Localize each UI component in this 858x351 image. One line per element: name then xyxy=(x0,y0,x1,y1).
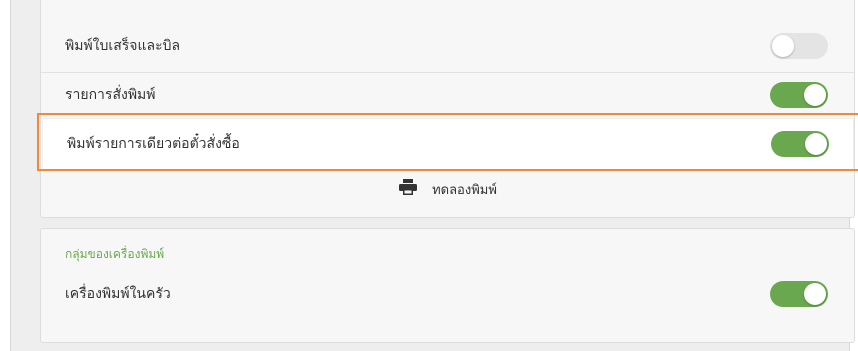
settings-panel: พิมพ์ใบเสร็จและบิล รายการสั่งพิมพ์ ทดลอง xyxy=(10,0,858,351)
single-item-per-ticket-inner: พิมพ์รายการเดียวต่อตั๋วสั่งซื้อ xyxy=(43,121,853,167)
kitchen-printer-toggle[interactable] xyxy=(770,281,828,307)
printer-group-card: กลุ่มของเครื่องพิมพ์ เครื่องพิมพ์ในครัว xyxy=(40,228,855,343)
order-print-toggle[interactable] xyxy=(770,82,828,108)
single-item-per-ticket-label: พิมพ์รายการเดียวต่อตั๋วสั่งซื้อ xyxy=(67,136,240,152)
kitchen-printer-label: เครื่องพิมพ์ในครัว xyxy=(65,286,171,302)
toggle-knob xyxy=(805,133,827,155)
print-receipt-row: พิมพ์ใบเสร็จและบิล xyxy=(41,23,854,69)
test-print-label: ทดลองพิมพ์ xyxy=(432,182,497,198)
single-item-per-ticket-row: พิมพ์รายการเดียวต่อตั๋วสั่งซื้อ xyxy=(42,118,854,170)
printer-icon xyxy=(398,179,418,199)
kitchen-printer-row: เครื่องพิมพ์ในครัว xyxy=(41,271,854,317)
order-print-label: รายการสั่งพิมพ์ xyxy=(65,87,156,103)
print-receipt-label: พิมพ์ใบเสร็จและบิล xyxy=(65,38,181,54)
printer-group-title: กลุ่มของเครื่องพิมพ์ xyxy=(65,247,165,261)
order-print-row: รายการสั่งพิมพ์ xyxy=(41,72,854,118)
test-print-button[interactable]: ทดลองพิมพ์ xyxy=(41,175,854,203)
toggle-knob xyxy=(804,283,826,305)
toggle-knob xyxy=(772,35,794,57)
print-settings-card: พิมพ์ใบเสร็จและบิล รายการสั่งพิมพ์ ทดลอง xyxy=(40,0,855,218)
print-receipt-toggle[interactable] xyxy=(770,33,828,59)
single-item-per-ticket-toggle[interactable] xyxy=(771,131,829,157)
toggle-knob xyxy=(804,84,826,106)
